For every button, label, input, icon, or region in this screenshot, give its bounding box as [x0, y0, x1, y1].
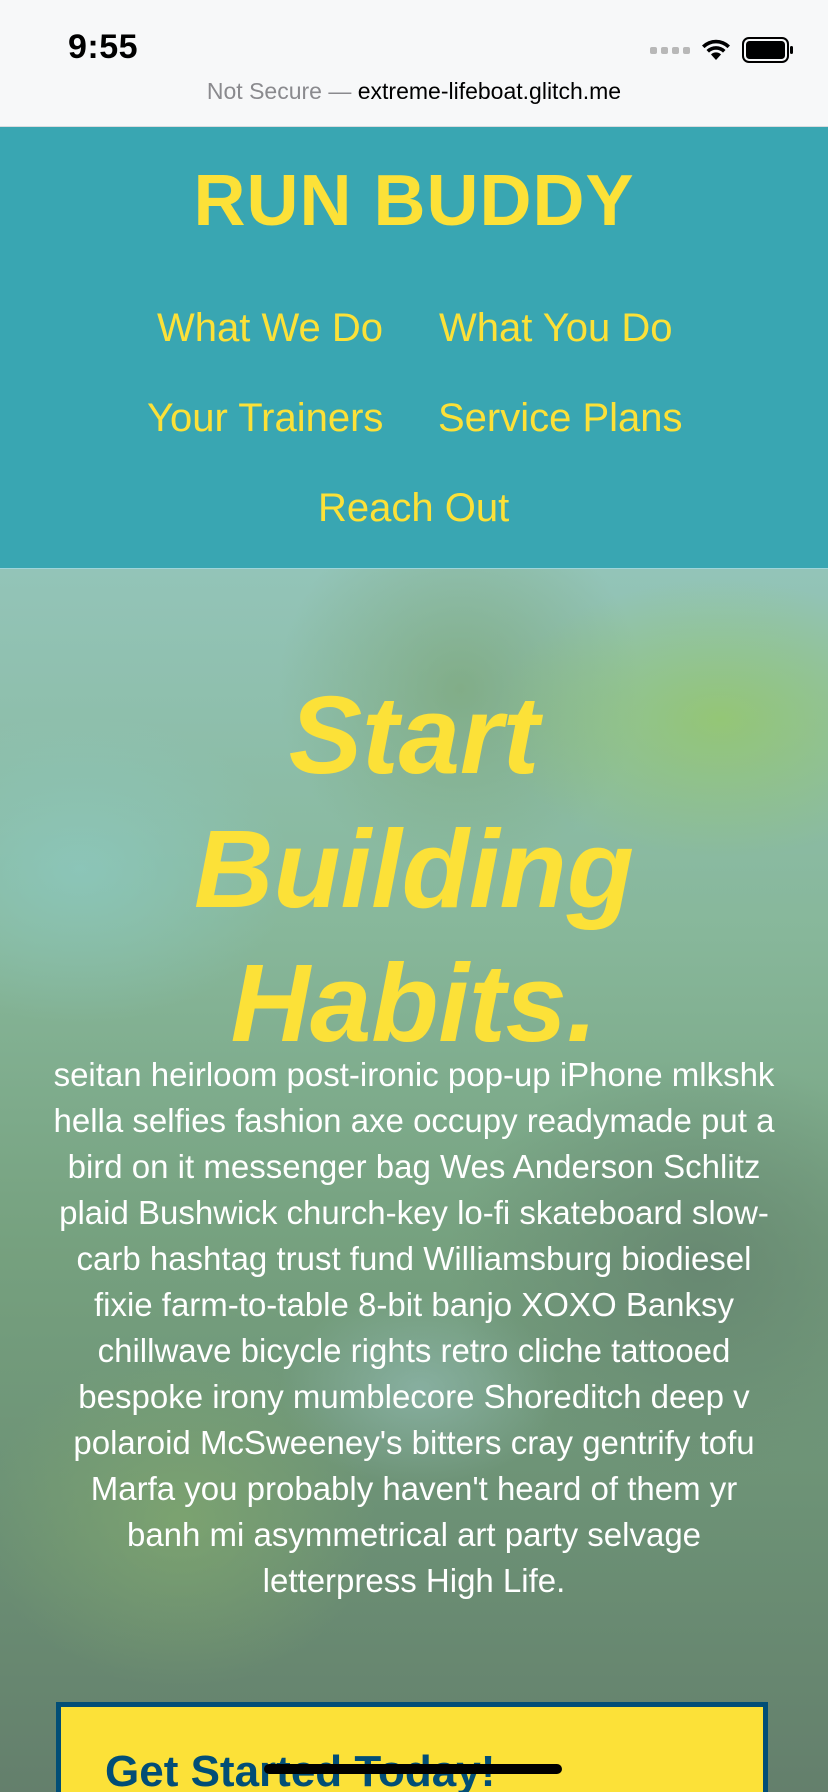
hero-title-line: Building [194, 808, 634, 931]
status-icons [650, 36, 794, 64]
hero-body-text: seitan heirloom post-ironic pop-up iPhon… [53, 1056, 775, 1599]
status-time: 9:55 [68, 28, 139, 66]
site-title[interactable]: RUN BUDDY [0, 160, 828, 242]
nav-item-service-plans[interactable]: Service Plans [438, 396, 683, 441]
cellular-signal-icon [650, 46, 690, 54]
hero-title-line: Habits. [230, 942, 598, 1065]
nav-item-your-trainers[interactable]: Your Trainers [147, 396, 383, 441]
url-security-label: Not Secure [206, 78, 322, 104]
hero-section: Start Building Habits. seitan heirloom p… [0, 569, 828, 1792]
url-domain: extreme-lifeboat.glitch.me [357, 78, 622, 104]
wifi-icon [700, 38, 732, 62]
browser-status-bar: 9:55 Not Secure — extreme-lifeboat.glitc… [0, 0, 828, 127]
home-indicator[interactable] [264, 1764, 562, 1774]
url-bar[interactable]: Not Secure — extreme-lifeboat.glitch.me [0, 78, 828, 105]
battery-icon [742, 37, 794, 63]
get-started-form: Get Started Today! [56, 1702, 768, 1792]
nav-item-what-you-do[interactable]: What You Do [439, 306, 673, 351]
url-separator: — [321, 78, 358, 104]
nav-item-reach-out[interactable]: Reach Out [318, 486, 509, 531]
hero-title: Start Building Habits. [0, 669, 828, 1071]
site-header: RUN BUDDY What We Do What You Do Your Tr… [0, 127, 828, 569]
hero-title-line: Start [288, 674, 540, 797]
nav-item-what-we-do[interactable]: What We Do [157, 306, 383, 351]
